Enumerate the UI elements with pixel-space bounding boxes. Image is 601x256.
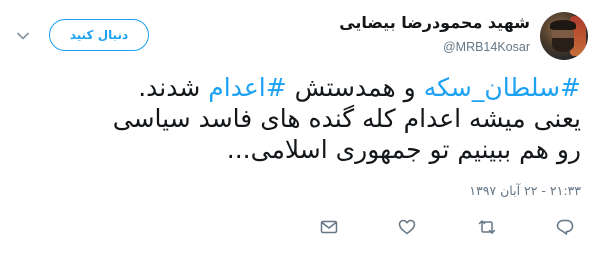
tweet-actions <box>0 212 601 242</box>
retweet-icon[interactable] <box>478 218 496 236</box>
tweet-text: #سلطان_سکه و همدستش #اعدام شدند. یعنی می… <box>20 72 581 165</box>
tweet-line-3: رو هم ببینیم تو جمهوری اسلامی... <box>226 135 581 164</box>
tweet-line-1: #سلطان_سکه و همدستش #اعدام شدند. <box>20 72 581 103</box>
avatar-hair <box>550 20 576 30</box>
author-handle[interactable]: @MRB14Kosar <box>443 40 530 54</box>
tweet-line-2: یعنی میشه اعدام کله گنده های فاسد سیاسی <box>112 104 581 133</box>
author-display-name[interactable]: شهید محمودرضا بیضایی <box>339 13 530 32</box>
like-icon[interactable] <box>398 218 416 236</box>
hashtag-link[interactable]: #اعدام <box>208 73 286 102</box>
tweet-text-segment: شدند. <box>138 73 209 102</box>
follow-button[interactable]: دنبال کنید <box>49 19 149 51</box>
follow-button-label: دنبال کنید <box>69 28 129 42</box>
avatar-beard <box>552 38 574 52</box>
reply-icon[interactable] <box>556 218 574 236</box>
tweet-timestamp[interactable]: ۲۱:۳۳ - ۲۲ آبان ۱۳۹۷ <box>469 183 581 198</box>
chevron-down-icon[interactable] <box>16 28 30 42</box>
message-icon[interactable] <box>320 218 338 236</box>
author-avatar[interactable] <box>540 12 588 60</box>
hashtag-link[interactable]: #سلطان_سکه <box>424 73 581 102</box>
tweet-text-segment: و همدستش <box>286 73 424 102</box>
